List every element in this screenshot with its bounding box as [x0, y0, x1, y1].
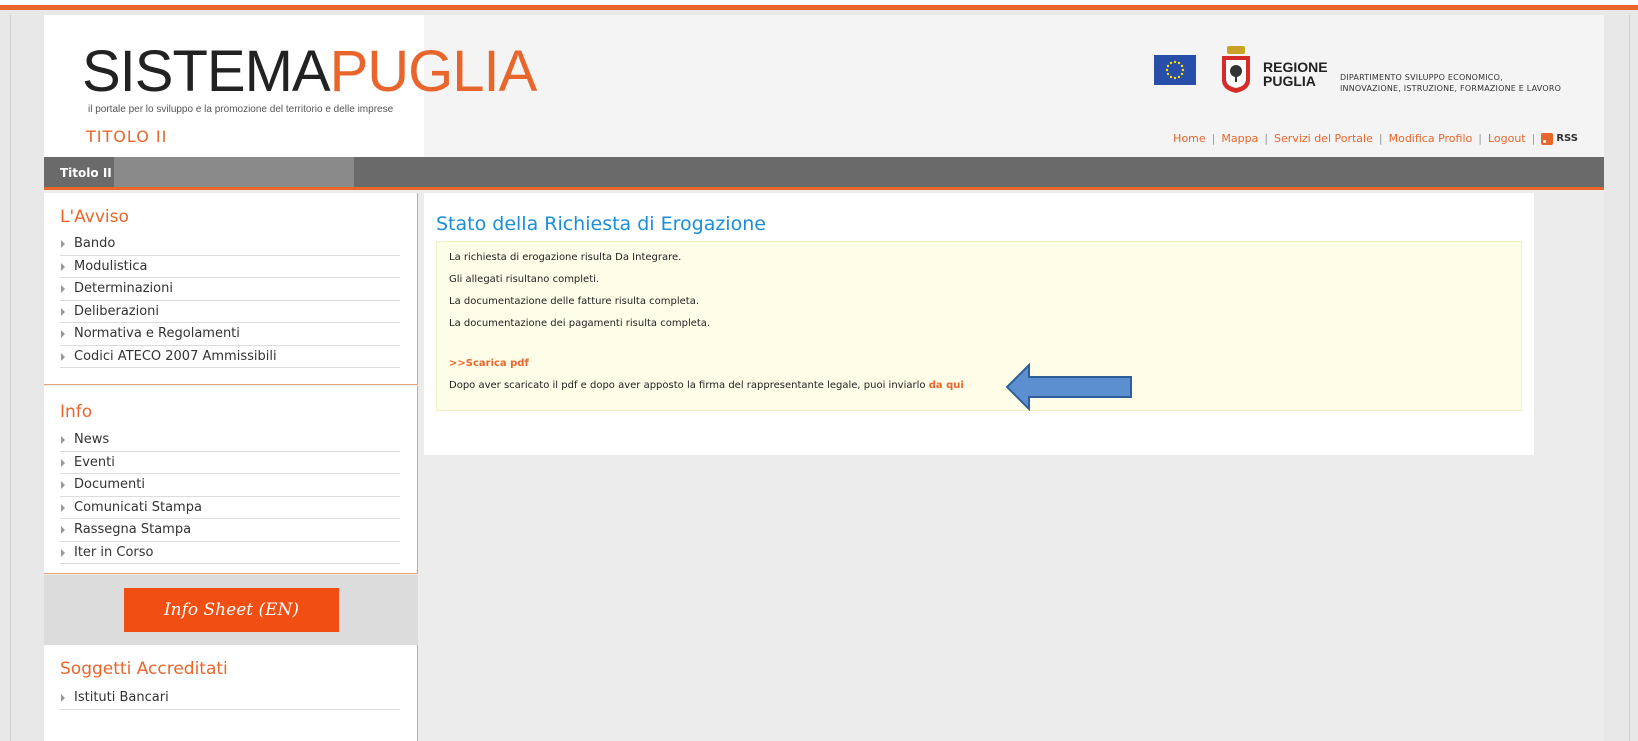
sidebar-item-label: Comunicati Stampa	[74, 499, 202, 515]
main-content: Stato della Richiesta di Erogazione La r…	[424, 193, 1534, 455]
breadcrumb[interactable]: Titolo II -	[60, 166, 121, 180]
annotation-arrow-icon	[1005, 363, 1132, 411]
status-line: La documentazione dei pagamenti risulta …	[449, 318, 711, 329]
top-links: Home | Mappa | Servizi del Portale | Modifi…	[1173, 132, 1578, 145]
header-logo-area: SISTEMAPUGLIA il portale per lo sviluppo…	[44, 15, 537, 157]
rss-link[interactable]: RSS	[1556, 133, 1578, 144]
regione-line2: PUGLIA	[1263, 73, 1316, 89]
status-line: Gli allegati risultano completi.	[449, 274, 600, 285]
triangle-right-icon	[61, 503, 65, 512]
triangle-right-icon	[61, 262, 65, 271]
status-line: La richiesta di erogazione risulta Da In…	[449, 252, 682, 263]
send-line: Dopo aver scaricato il pdf e dopo aver a…	[449, 380, 964, 391]
sidebar-item-label: Normativa e Regolamenti	[74, 326, 240, 341]
sidebar-item-news[interactable]: News	[60, 429, 400, 452]
site-logo[interactable]: SISTEMAPUGLIA	[82, 43, 537, 101]
sidebar-item-label: Rassegna Stampa	[74, 522, 192, 537]
top-accent-bar	[0, 0, 1638, 10]
page: SISTEMAPUGLIA il portale per lo sviluppo…	[10, 15, 1630, 741]
triangle-right-icon	[61, 240, 65, 248]
status-notice: La richiesta di erogazione risulta Da In…	[436, 241, 1522, 411]
regione-crest-icon	[1219, 44, 1253, 94]
info-sheet-box: Info Sheet (EN)	[44, 575, 418, 645]
link-separator: |	[1264, 132, 1269, 145]
link-separator: |	[1531, 132, 1536, 145]
status-line: La documentazione delle fatture risulta …	[449, 296, 700, 307]
sidebar-avviso-box: L'Avviso Bando Modulistica Determinazion…	[44, 193, 418, 385]
sidebar-item-rassegna[interactable]: Rassegna Stampa	[60, 519, 400, 542]
sidebar-item-bando[interactable]: Bando	[60, 233, 400, 256]
link-servizi[interactable]: Servizi del Portale	[1274, 132, 1373, 145]
triangle-right-icon	[61, 436, 65, 444]
send-text: Dopo aver scaricato il pdf e dopo aver a…	[449, 380, 929, 391]
sidebar-item-comunicati[interactable]: Comunicati Stampa	[60, 497, 400, 519]
sidebar-item-codici-ateco[interactable]: Codici ATECO 2007 Ammissibili	[60, 346, 400, 368]
sidebar-item-label: Codici ATECO 2007 Ammissibili	[74, 348, 277, 364]
info-sheet-button[interactable]: Info Sheet (EN)	[124, 588, 339, 632]
redacted-area	[114, 157, 354, 187]
sidebar-item-label: Eventi	[74, 454, 115, 470]
sidebar-item-determinazioni[interactable]: Determinazioni	[60, 278, 400, 301]
sidebar-soggetti-box: Soggetti Accreditati Istituti Bancari	[44, 645, 418, 741]
logo-text-part1: SISTEMA	[82, 39, 331, 104]
sidebar-item-label: Deliberazioni	[74, 303, 160, 319]
tagline: il portale per lo sviluppo e la promozio…	[88, 104, 394, 115]
triangle-right-icon	[61, 526, 65, 534]
link-separator: |	[1378, 132, 1383, 145]
link-modifica-profilo[interactable]: Modifica Profilo	[1389, 132, 1473, 145]
page-inner: SISTEMAPUGLIA il portale per lo sviluppo…	[44, 15, 1604, 741]
page-title: Stato della Richiesta di Erogazione	[436, 213, 766, 235]
nav-bar: Titolo II -	[44, 157, 1604, 190]
soggetti-title: Soggetti Accreditati	[60, 659, 228, 679]
sidebar-item-modulistica[interactable]: Modulistica	[60, 256, 400, 278]
avviso-list: Bando Modulistica Determinazioni Deliber…	[60, 233, 400, 368]
sidebar-item-label: Istituti Bancari	[74, 690, 169, 705]
header: SISTEMAPUGLIA il portale per lo sviluppo…	[44, 15, 1604, 157]
link-mappa[interactable]: Mappa	[1221, 132, 1258, 145]
sidebar-item-iter[interactable]: Iter in Corso	[60, 542, 400, 564]
department-label: DIPARTIMENTO SVILUPPO ECONOMICO, INNOVAZ…	[1340, 72, 1561, 94]
triangle-right-icon	[61, 694, 65, 702]
sidebar: L'Avviso Bando Modulistica Determinazion…	[44, 193, 418, 741]
info-list: News Eventi Documenti Comunicati Stampa …	[60, 429, 400, 564]
soggetti-list: Istituti Bancari	[60, 687, 400, 710]
sidebar-item-label: Iter in Corso	[74, 544, 154, 560]
sidebar-item-eventi[interactable]: Eventi	[60, 452, 400, 474]
sidebar-item-label: Documenti	[74, 477, 145, 492]
download-pdf-link[interactable]: >>Scarica pdf	[449, 358, 529, 369]
department-line2: INNOVAZIONE, ISTRUZIONE, FORMAZIONE E LA…	[1340, 84, 1562, 93]
info-title: Info	[60, 402, 93, 422]
sidebar-item-istituti-bancari[interactable]: Istituti Bancari	[60, 687, 400, 710]
avviso-title: L'Avviso	[60, 207, 129, 227]
logo-text-part2: PUGLIA	[329, 39, 538, 104]
regione-line1: REGIONE	[1263, 59, 1328, 75]
eu-flag-icon	[1154, 55, 1196, 85]
regione-label: REGIONE PUGLIA	[1263, 60, 1328, 88]
sidebar-item-label: Bando	[74, 236, 116, 251]
sidebar-info-box: Info News Eventi Documenti Comunicati St…	[44, 386, 418, 574]
department-line1: DIPARTIMENTO SVILUPPO ECONOMICO,	[1340, 73, 1503, 82]
sidebar-item-normativa[interactable]: Normativa e Regolamenti	[60, 323, 400, 346]
sidebar-item-label: News	[74, 432, 110, 447]
sidebar-item-deliberazioni[interactable]: Deliberazioni	[60, 301, 400, 323]
triangle-right-icon	[61, 548, 65, 557]
triangle-right-icon	[61, 285, 65, 293]
sidebar-item-documenti[interactable]: Documenti	[60, 474, 400, 497]
triangle-right-icon	[61, 330, 65, 338]
send-here-link[interactable]: da qui	[929, 380, 964, 391]
download-line: >>Scarica pdf	[449, 358, 529, 369]
triangle-right-icon	[61, 458, 65, 467]
sidebar-item-label: Modulistica	[74, 258, 148, 274]
link-logout[interactable]: Logout	[1488, 132, 1526, 145]
triangle-right-icon	[61, 307, 65, 316]
link-home[interactable]: Home	[1173, 132, 1205, 145]
section-title: TITOLO II	[86, 127, 168, 146]
rss-icon[interactable]	[1541, 132, 1554, 145]
triangle-right-icon	[61, 352, 65, 361]
link-separator: |	[1478, 132, 1482, 145]
triangle-right-icon	[61, 481, 65, 489]
link-separator: |	[1211, 132, 1216, 145]
sidebar-item-label: Determinazioni	[74, 281, 173, 296]
